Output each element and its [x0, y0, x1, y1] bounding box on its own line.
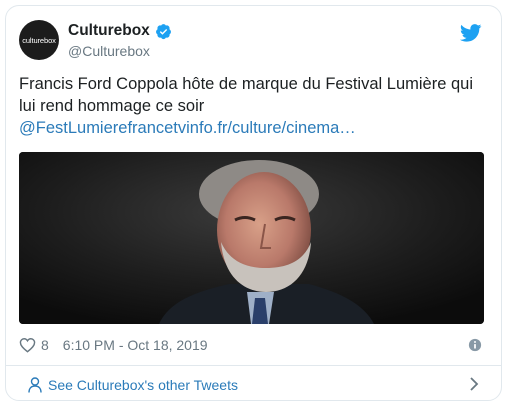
avatar-text: culturebox [22, 35, 56, 45]
user-handle[interactable]: @Culturebox [68, 43, 150, 59]
user-name-label: Culturebox [68, 22, 150, 39]
like-count: 8 [41, 337, 49, 353]
tweet-body: Francis Ford Coppola hôte de marque du F… [19, 75, 473, 115]
person-icon [28, 377, 42, 393]
divider [5, 365, 502, 366]
timestamp[interactable]: 6:10 PM - Oct 18, 2019 [63, 337, 208, 353]
tweet-text: Francis Ford Coppola hôte de marque du F… [19, 73, 484, 139]
tweet-meta: 8 6:10 PM - Oct 18, 2019 [19, 337, 208, 353]
portrait-photo [19, 152, 484, 324]
verified-badge-icon [155, 23, 171, 39]
user-name[interactable]: Culturebox [68, 22, 172, 40]
other-tweets-label: See Culturebox's other Tweets [48, 377, 238, 393]
tweet-photo[interactable] [19, 152, 484, 324]
heart-icon[interactable] [19, 337, 36, 353]
chevron-right-icon[interactable] [469, 377, 479, 391]
other-tweets-link[interactable]: See Culturebox's other Tweets [28, 377, 238, 393]
info-icon[interactable] [468, 338, 482, 352]
twitter-bird-icon[interactable] [460, 24, 482, 42]
avatar[interactable]: culturebox [19, 20, 59, 60]
tweet-link[interactable]: @FestLumierefrancetvinfo.fr/culture/cine… [19, 117, 484, 139]
